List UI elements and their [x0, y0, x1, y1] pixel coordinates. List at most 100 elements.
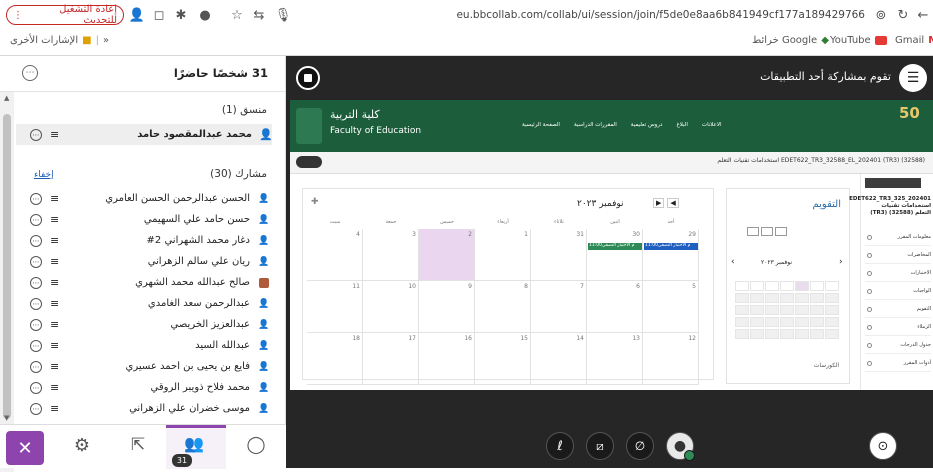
extensions-icon[interactable]: ✱: [172, 6, 190, 24]
course-menu-item[interactable]: أدوات المقرر: [865, 358, 931, 372]
profile-icon[interactable]: 👤: [128, 6, 146, 24]
course-menu-item[interactable]: جدول الدرجات: [865, 340, 931, 354]
help-button[interactable]: ⊙: [869, 432, 897, 460]
list-icon[interactable]: ≡: [50, 234, 59, 247]
participant-row[interactable]: ⋯ ≡ فايع بن يحيى بن أحمد عسيري 👤: [30, 356, 270, 377]
list-icon[interactable]: ≡: [50, 128, 59, 141]
next-month-icon[interactable]: ▶: [653, 198, 665, 208]
mini-next-icon[interactable]: ›: [839, 257, 843, 267]
share-content-icon[interactable]: ⇱: [126, 435, 150, 459]
close-panel-button[interactable]: ✕: [6, 431, 44, 465]
mini-day-cell[interactable]: [735, 329, 749, 339]
mini-day-cell[interactable]: [765, 329, 779, 339]
mini-prev-icon[interactable]: ‹: [731, 257, 735, 267]
calendar-day-cell[interactable]: 12: [643, 333, 699, 385]
scroll-up-arrow[interactable]: ▲: [4, 94, 9, 102]
course-menu-item[interactable]: الزملاء: [865, 322, 931, 336]
mini-day-cell[interactable]: [750, 317, 764, 327]
panel-options-icon[interactable]: ⋯: [22, 65, 38, 81]
mini-day-cell[interactable]: [780, 281, 794, 291]
calendar-day-cell[interactable]: 16: [419, 333, 475, 385]
participant-row[interactable]: ⋯ ≡ ريان علي سالم الزهراني 👤: [30, 251, 270, 272]
calendar-day-cell[interactable]: 31: [531, 229, 587, 281]
more-options-icon[interactable]: ⋯: [30, 255, 42, 268]
view-switcher[interactable]: [747, 227, 787, 236]
list-icon[interactable]: ≡: [50, 276, 59, 289]
session-menu-button[interactable]: ☰: [899, 64, 927, 92]
calendar-day-cell[interactable]: 30: [587, 229, 643, 281]
mini-day-cell[interactable]: [735, 293, 749, 303]
course-menu-item[interactable]: المحاضرات: [865, 250, 931, 264]
mini-day-cell[interactable]: [825, 293, 839, 303]
bookmark-google-maps[interactable]: خرائط Google ◆: [752, 35, 829, 46]
mini-day-cell[interactable]: [810, 281, 824, 291]
star-icon[interactable]: ☆: [228, 6, 246, 24]
address-bar[interactable]: eu.bbcollab.com/collab/ui/session/join/f…: [455, 9, 865, 23]
edit-mode-toggle[interactable]: [296, 156, 322, 168]
window-icon[interactable]: ◻: [150, 6, 168, 24]
mini-day-cell[interactable]: [825, 305, 839, 315]
bookmark-youtube[interactable]: YouTube: [830, 35, 887, 46]
course-menu-item[interactable]: الاختبارات: [865, 268, 931, 282]
shared-nav-item[interactable]: الصفحة الرئيسية: [522, 122, 560, 128]
back-icon[interactable]: ←: [914, 6, 932, 24]
mini-day-cell[interactable]: [810, 317, 824, 327]
mini-day-cell[interactable]: [765, 305, 779, 315]
mini-day-cell[interactable]: [765, 293, 779, 303]
calendar-day-cell[interactable]: 5: [643, 281, 699, 333]
calendar-event[interactable]: 11:00م الاختبار النصفي: [588, 243, 642, 250]
calendar-day-cell[interactable]: 29: [643, 229, 699, 281]
participant-row[interactable]: ⋯ ≡ محمد فلاح ذويبر الروقي 👤: [30, 377, 270, 398]
participant-row[interactable]: ⋯ ≡ حسن حامد علي السهيمي 👤: [30, 209, 270, 230]
mini-day-cell[interactable]: [750, 281, 764, 291]
participant-row[interactable]: ⋯ ≡ صالح عبدالله محمد الشهري: [30, 272, 270, 293]
calendar-event[interactable]: 11:00م الاختبار النصفي: [644, 243, 698, 250]
more-options-icon[interactable]: ⋯: [30, 128, 42, 141]
more-options-icon[interactable]: ⋯: [30, 213, 42, 226]
mini-day-cell[interactable]: [735, 305, 749, 315]
calendar-day-cell[interactable]: 17: [363, 333, 419, 385]
mini-day-cell[interactable]: [765, 317, 779, 327]
calendar-day-cell[interactable]: 8: [475, 281, 531, 333]
translate-icon[interactable]: ⇆: [250, 6, 268, 24]
shared-nav-item[interactable]: البلاغ: [676, 122, 687, 128]
mini-day-cell[interactable]: [795, 293, 809, 303]
mini-day-cell[interactable]: [795, 317, 809, 327]
shared-nav-item[interactable]: الاعلانات: [702, 122, 722, 128]
mini-day-cell[interactable]: [780, 317, 794, 327]
mini-day-cell[interactable]: [810, 293, 824, 303]
more-options-icon[interactable]: ⋯: [30, 402, 42, 415]
more-options-icon[interactable]: ⋯: [30, 360, 42, 373]
scrollbar-thumb[interactable]: [3, 114, 11, 419]
list-icon[interactable]: ≡: [50, 297, 59, 310]
calendar-day-cell[interactable]: 2: [419, 229, 475, 281]
mini-day-cell[interactable]: [735, 281, 749, 291]
participant-row[interactable]: ⋯ ≡ عبدالله السيد 👤: [30, 335, 270, 356]
list-icon[interactable]: ≡: [50, 360, 59, 373]
mini-day-cell[interactable]: [825, 317, 839, 327]
scroll-down-arrow[interactable]: ▼: [4, 414, 9, 422]
list-icon[interactable]: ≡: [50, 402, 59, 415]
user-avatar[interactable]: ●: [666, 432, 695, 461]
extension-blue-icon[interactable]: ●: [196, 6, 214, 24]
shared-nav-item[interactable]: دروس تعليمية: [631, 122, 663, 128]
more-options-icon[interactable]: ⋯: [30, 234, 42, 247]
mini-day-cell[interactable]: [750, 329, 764, 339]
calendar-day-cell[interactable]: 18: [307, 333, 363, 385]
more-options-icon[interactable]: ⋯: [30, 339, 42, 352]
list-icon[interactable]: ≡: [50, 255, 59, 268]
participant-row[interactable]: ⋯ ≡ الحسن عبدالرحمن الحسن العامري 👤: [30, 188, 270, 209]
calendar-add-icon[interactable]: ✚: [311, 197, 319, 207]
calendar-day-cell[interactable]: 15: [475, 333, 531, 385]
bookmark-gmail[interactable]: Gmail M: [895, 35, 933, 46]
course-menu-item[interactable]: التقويم: [865, 304, 931, 318]
more-options-icon[interactable]: ⋯: [30, 192, 42, 205]
reload-update-button[interactable]: إعادة التشغيل للتحديث ⋮: [6, 4, 124, 26]
calendar-day-cell[interactable]: 7: [531, 281, 587, 333]
mini-day-cell[interactable]: [795, 281, 809, 291]
mini-day-cell[interactable]: [825, 329, 839, 339]
prev-month-icon[interactable]: ◀: [667, 198, 679, 208]
more-options-icon[interactable]: ⋯: [30, 276, 42, 289]
stop-sharing-button[interactable]: [296, 66, 320, 90]
mini-day-cell[interactable]: [735, 317, 749, 327]
